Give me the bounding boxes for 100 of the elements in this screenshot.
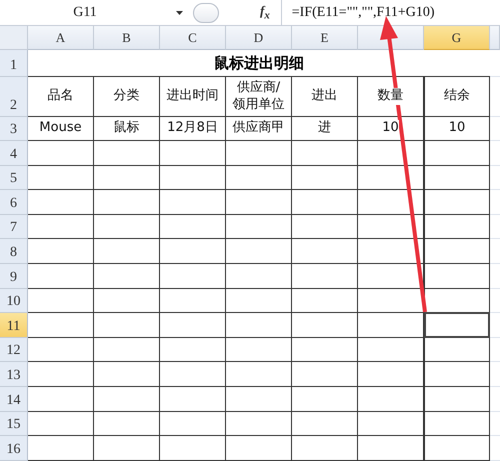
- table-cell[interactable]: 供应商甲: [226, 117, 292, 141]
- table-cell[interactable]: [94, 412, 160, 436]
- table-cell[interactable]: [358, 190, 424, 215]
- table-cell[interactable]: [160, 141, 226, 166]
- table-cell[interactable]: [160, 166, 226, 190]
- table-cell[interactable]: [160, 264, 226, 289]
- table-cell[interactable]: [28, 362, 94, 387]
- table-cell[interactable]: [28, 288, 94, 314]
- name-box[interactable]: G11: [0, 4, 170, 20]
- table-cell[interactable]: [94, 313, 160, 338]
- table-cell[interactable]: 结余: [424, 77, 490, 117]
- table-cell[interactable]: [424, 239, 490, 264]
- table-cell[interactable]: [226, 386, 292, 412]
- table-cell[interactable]: [28, 214, 94, 240]
- table-cell[interactable]: [424, 264, 490, 289]
- table-cell[interactable]: [424, 166, 490, 190]
- insert-function-button[interactable]: f$_{x}$: [257, 3, 273, 22]
- table-cell[interactable]: [94, 362, 160, 387]
- table-cell[interactable]: [28, 436, 94, 461]
- row-header[interactable]: 3: [0, 117, 28, 141]
- table-cell[interactable]: [424, 214, 490, 240]
- table-cell[interactable]: [292, 214, 358, 240]
- table-cell[interactable]: [424, 412, 490, 436]
- table-cell[interactable]: [160, 313, 226, 338]
- table-cell[interactable]: [28, 338, 94, 362]
- table-cell[interactable]: [358, 313, 424, 338]
- table-cell[interactable]: 10: [424, 117, 490, 141]
- row-header[interactable]: 12: [0, 338, 28, 362]
- table-cell[interactable]: [226, 141, 292, 166]
- table-cell[interactable]: [358, 436, 424, 461]
- table-cell[interactable]: [292, 412, 358, 436]
- table-cell[interactable]: [358, 214, 424, 240]
- table-cell[interactable]: [28, 412, 94, 436]
- table-cell[interactable]: [358, 362, 424, 387]
- table-cell[interactable]: 供应商/ 领用单位: [226, 77, 292, 117]
- column-header[interactable]: B: [94, 26, 160, 50]
- row-header[interactable]: 2: [0, 77, 28, 117]
- table-cell[interactable]: [226, 214, 292, 240]
- table-cell[interactable]: 品名: [28, 77, 94, 117]
- column-header[interactable]: A: [28, 26, 94, 50]
- table-cell[interactable]: [292, 386, 358, 412]
- row-header[interactable]: 8: [0, 239, 28, 264]
- table-cell[interactable]: Mouse: [28, 117, 94, 141]
- row-header[interactable]: 4: [0, 141, 28, 166]
- table-cell[interactable]: [358, 386, 424, 412]
- column-header[interactable]: G: [424, 26, 490, 50]
- table-cell[interactable]: 数量: [358, 77, 424, 117]
- table-cell[interactable]: [226, 313, 292, 338]
- table-cell[interactable]: 进出时间: [160, 77, 226, 117]
- table-cell[interactable]: [28, 239, 94, 264]
- table-cell[interactable]: [226, 436, 292, 461]
- table-cell[interactable]: [226, 338, 292, 362]
- table-cell[interactable]: [358, 338, 424, 362]
- table-cell[interactable]: [226, 264, 292, 289]
- table-cell[interactable]: [292, 264, 358, 289]
- table-cell[interactable]: 10: [358, 117, 424, 141]
- table-cell[interactable]: [28, 313, 94, 338]
- row-header[interactable]: 9: [0, 264, 28, 289]
- table-cell[interactable]: 鼠标: [94, 117, 160, 141]
- table-cell[interactable]: [94, 264, 160, 289]
- row-header[interactable]: 1: [0, 50, 28, 77]
- table-cell[interactable]: [94, 141, 160, 166]
- table-cell[interactable]: [94, 214, 160, 240]
- table-cell[interactable]: [94, 166, 160, 190]
- table-cell[interactable]: [292, 338, 358, 362]
- table-cell[interactable]: 12月8日: [160, 117, 226, 141]
- table-cell[interactable]: [94, 239, 160, 264]
- table-cell[interactable]: [358, 264, 424, 289]
- table-cell[interactable]: [226, 190, 292, 215]
- table-cell[interactable]: [358, 412, 424, 436]
- table-cell[interactable]: [424, 141, 490, 166]
- table-cell[interactable]: [424, 362, 490, 387]
- table-cell[interactable]: [292, 313, 358, 338]
- column-header[interactable]: C: [160, 26, 226, 50]
- table-cell[interactable]: [292, 362, 358, 387]
- table-cell[interactable]: [94, 386, 160, 412]
- table-cell[interactable]: [292, 166, 358, 190]
- table-cell[interactable]: [160, 338, 226, 362]
- row-header[interactable]: 10: [0, 288, 28, 314]
- column-header[interactable]: E: [292, 26, 358, 50]
- table-cell[interactable]: [358, 166, 424, 190]
- table-cell[interactable]: [160, 190, 226, 215]
- table-cell[interactable]: [94, 190, 160, 215]
- table-cell[interactable]: 进: [292, 117, 358, 141]
- table-cell[interactable]: [226, 362, 292, 387]
- table-cell[interactable]: [358, 239, 424, 264]
- table-cell[interactable]: 进出: [292, 77, 358, 117]
- table-cell[interactable]: [292, 436, 358, 461]
- table-cell[interactable]: [28, 166, 94, 190]
- table-cell[interactable]: [160, 412, 226, 436]
- table-cell[interactable]: [160, 288, 226, 314]
- table-cell[interactable]: [292, 190, 358, 215]
- table-cell[interactable]: [160, 436, 226, 461]
- table-cell[interactable]: [160, 239, 226, 264]
- table-cell[interactable]: [28, 264, 94, 289]
- table-cell[interactable]: [292, 239, 358, 264]
- table-cell[interactable]: [226, 288, 292, 314]
- table-cell[interactable]: [28, 190, 94, 215]
- table-cell[interactable]: [292, 141, 358, 166]
- row-header[interactable]: 5: [0, 166, 28, 190]
